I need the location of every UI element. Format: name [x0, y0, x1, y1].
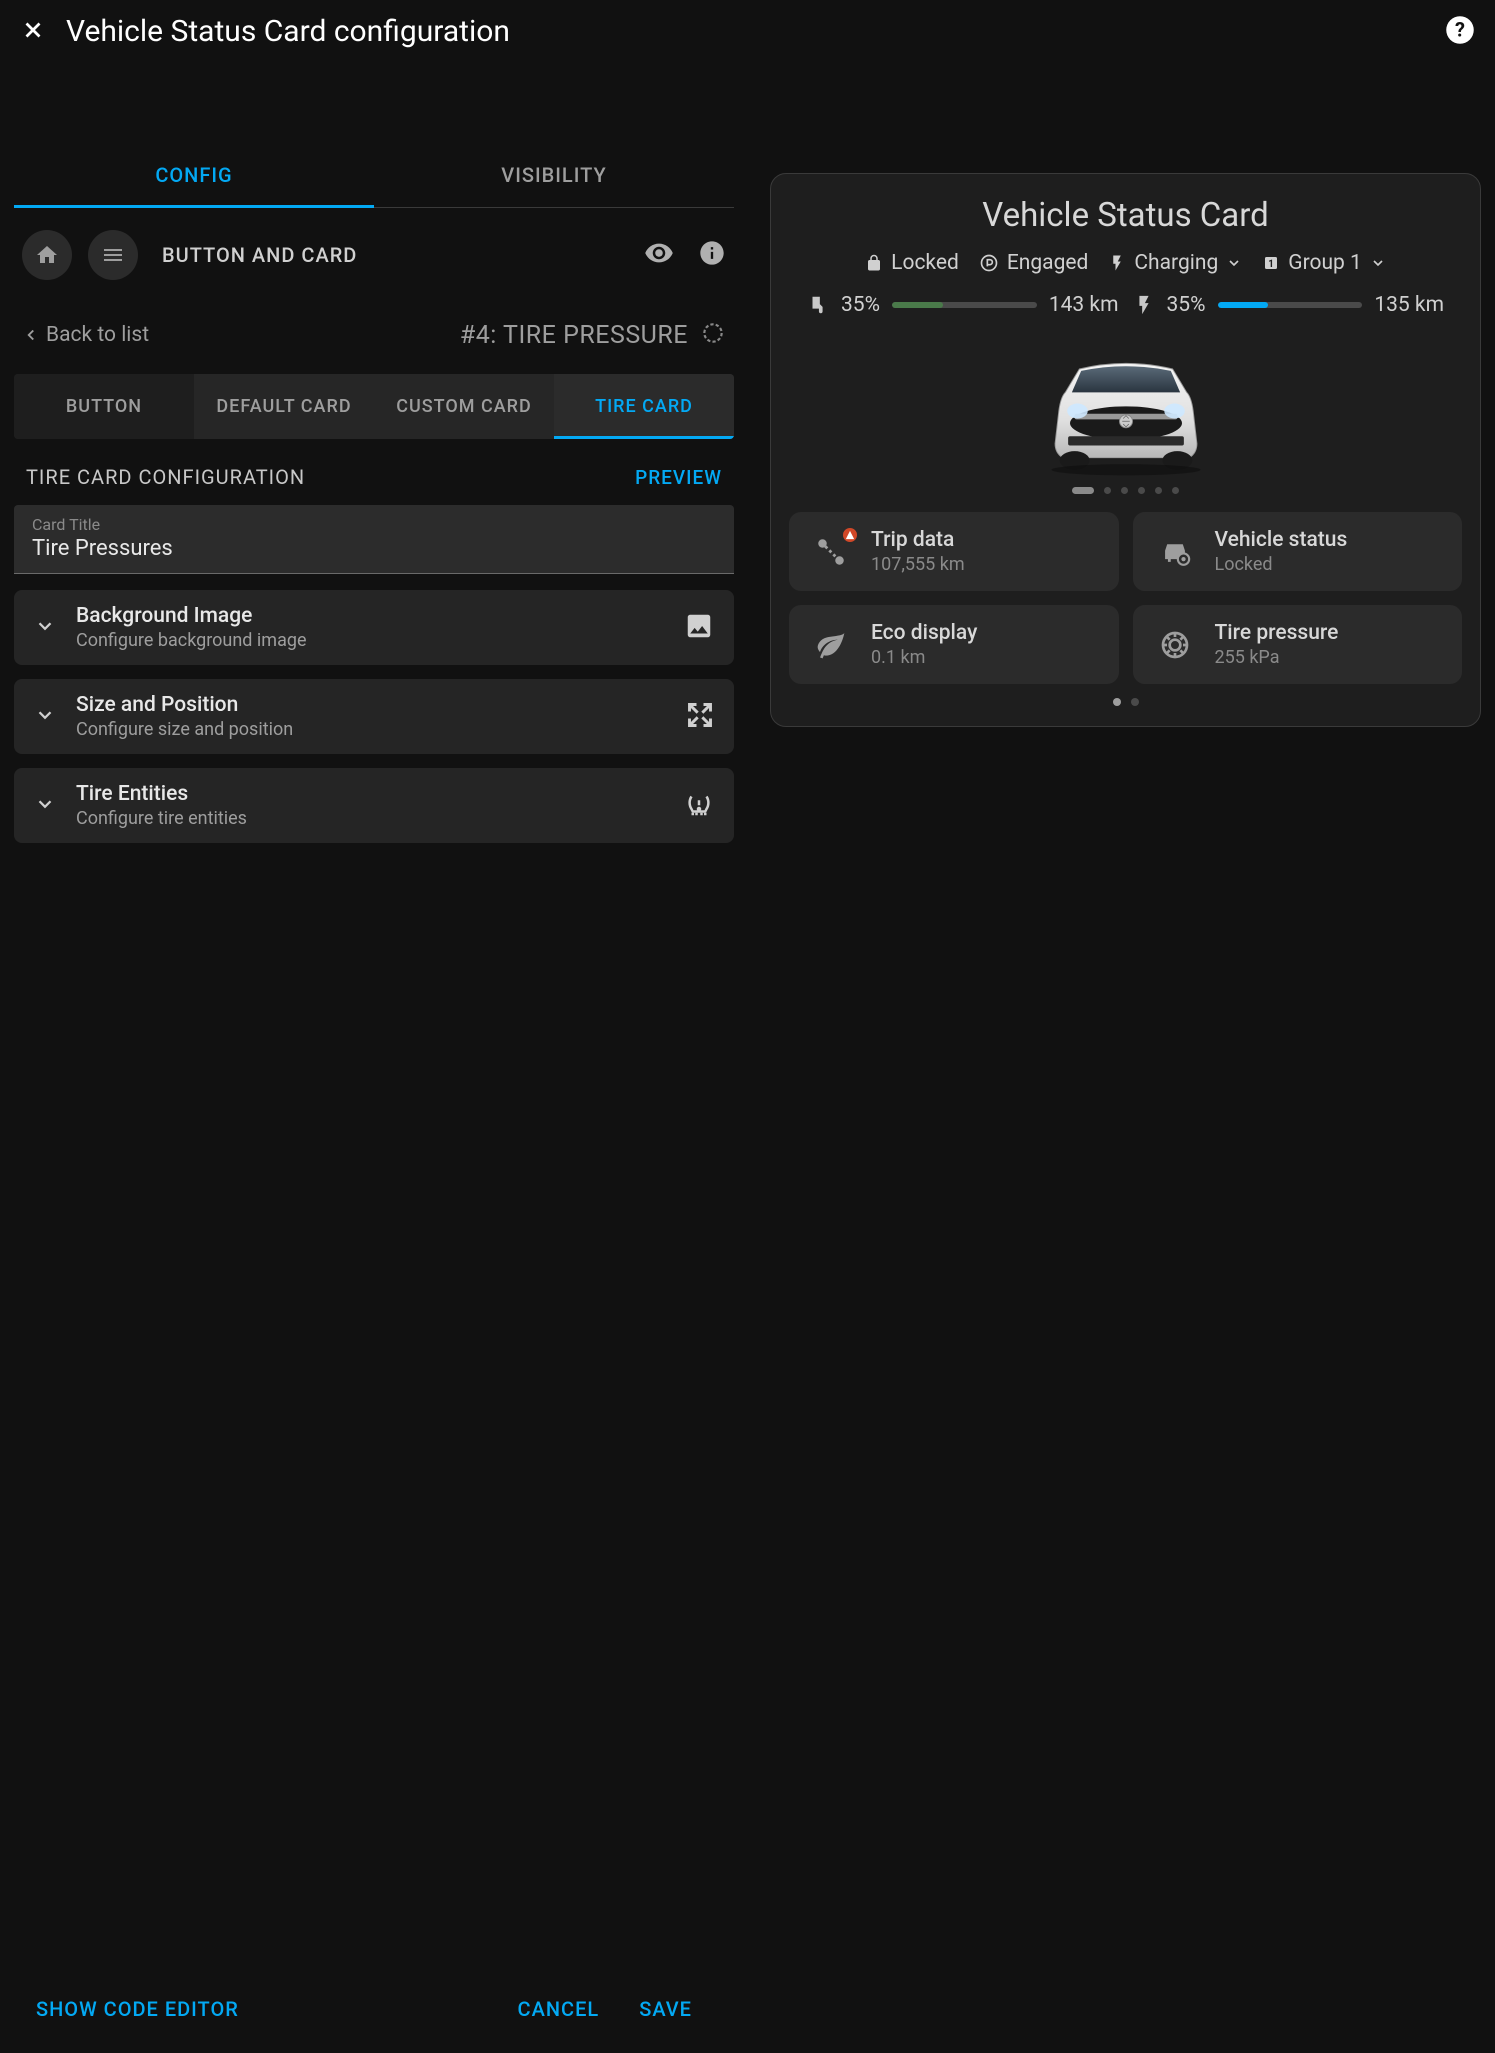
gear-icon	[700, 320, 726, 350]
chevron-down-icon	[34, 704, 56, 730]
cancel-button[interactable]: CANCEL	[498, 1997, 620, 2021]
ev-icon	[1133, 294, 1155, 316]
car-pagination[interactable]	[789, 487, 1462, 494]
chevron-down-icon	[34, 793, 56, 819]
chevron-down-icon	[1370, 255, 1386, 271]
svg-text:?: ?	[1455, 17, 1465, 41]
range2-bar	[1218, 302, 1363, 308]
tab-visibility[interactable]: VISIBILITY	[374, 143, 734, 207]
row-size-position[interactable]: Size and Position Configure size and pos…	[14, 679, 734, 754]
range2-percent: 35%	[1167, 293, 1206, 317]
save-button[interactable]: SAVE	[619, 1997, 712, 2021]
range2-distance: 135 km	[1374, 293, 1444, 317]
preview-card: Vehicle Status Card Locked Engaged Charg…	[770, 173, 1481, 727]
row-title: Size and Position	[76, 693, 666, 717]
sub-tab-default-card[interactable]: DEFAULT CARD	[194, 374, 374, 439]
tile-trip-data[interactable]: Trip data 107,555 km	[789, 512, 1119, 591]
image-icon	[684, 611, 714, 645]
section-title: TIRE CARD CONFIGURATION	[26, 465, 305, 489]
tire-pressure-icon	[684, 789, 714, 823]
route-icon	[809, 530, 853, 574]
expand-arrows-icon	[686, 701, 714, 733]
chevron-down-icon	[34, 615, 56, 641]
row-background-image[interactable]: Background Image Configure background im…	[14, 590, 734, 665]
chevron-down-icon	[1226, 255, 1242, 271]
row-subtitle: Configure tire entities	[76, 808, 664, 829]
charging-icon	[1108, 254, 1126, 272]
row-tire-entities[interactable]: Tire Entities Configure tire entities	[14, 768, 734, 843]
card-title-field[interactable]: Card Title	[14, 505, 734, 574]
row-title: Tire Entities	[76, 782, 664, 806]
main-tabs: CONFIG VISIBILITY	[14, 143, 734, 208]
status-locked[interactable]: Locked	[865, 251, 959, 275]
fuel-icon	[807, 294, 829, 316]
group-icon: 1	[1262, 254, 1280, 272]
range1-percent: 35%	[841, 293, 880, 317]
car-image	[789, 327, 1462, 487]
sub-tab-button[interactable]: BUTTON	[14, 374, 194, 439]
breadcrumb-title: #4: TIRE PRESSURE	[460, 321, 688, 350]
help-button[interactable]: ?	[1445, 15, 1475, 49]
status-charging[interactable]: Charging	[1108, 251, 1242, 275]
home-button[interactable]	[22, 230, 72, 280]
show-code-editor[interactable]: SHOW CODE EDITOR	[36, 1997, 239, 2021]
visibility-toggle[interactable]	[644, 238, 674, 272]
tire-icon	[1153, 623, 1197, 667]
tile-eco-display[interactable]: Eco display 0.1 km	[789, 605, 1119, 684]
tile-vehicle-status[interactable]: Vehicle status Locked	[1133, 512, 1463, 591]
toolbar-label: BUTTON AND CARD	[162, 243, 620, 267]
sub-tab-tire-card[interactable]: TIRE CARD	[554, 374, 734, 439]
sub-tab-custom-card[interactable]: CUSTOM CARD	[374, 374, 554, 439]
preview-link[interactable]: PREVIEW	[635, 466, 722, 489]
back-label: Back to list	[46, 323, 149, 347]
tab-config[interactable]: CONFIG	[14, 143, 374, 207]
svg-text:1: 1	[1268, 259, 1274, 270]
tile-pagination[interactable]	[789, 698, 1462, 706]
range1-bar	[892, 302, 1037, 308]
row-title: Background Image	[76, 604, 664, 628]
row-subtitle: Configure background image	[76, 630, 664, 651]
leaf-icon	[809, 623, 853, 667]
tile-tire-pressure[interactable]: Tire pressure 255 kPa	[1133, 605, 1463, 684]
row-subtitle: Configure size and position	[76, 719, 666, 740]
parking-icon	[979, 253, 999, 273]
status-engaged[interactable]: Engaged	[979, 251, 1089, 275]
range1-distance: 143 km	[1049, 293, 1119, 317]
preview-title: Vehicle Status Card	[789, 196, 1462, 235]
info-button[interactable]	[698, 239, 726, 271]
card-title-label: Card Title	[32, 515, 716, 534]
lock-icon	[865, 254, 883, 272]
car-cog-icon	[1153, 530, 1197, 574]
back-to-list[interactable]: Back to list	[22, 323, 149, 347]
menu-button[interactable]	[88, 230, 138, 280]
sub-tabs: BUTTON DEFAULT CARD CUSTOM CARD TIRE CAR…	[14, 374, 734, 439]
status-group[interactable]: 1 Group 1	[1262, 251, 1386, 275]
card-title-input[interactable]	[32, 536, 716, 561]
dialog-title: Vehicle Status Card configuration	[66, 14, 1425, 49]
close-button[interactable]	[20, 17, 46, 47]
